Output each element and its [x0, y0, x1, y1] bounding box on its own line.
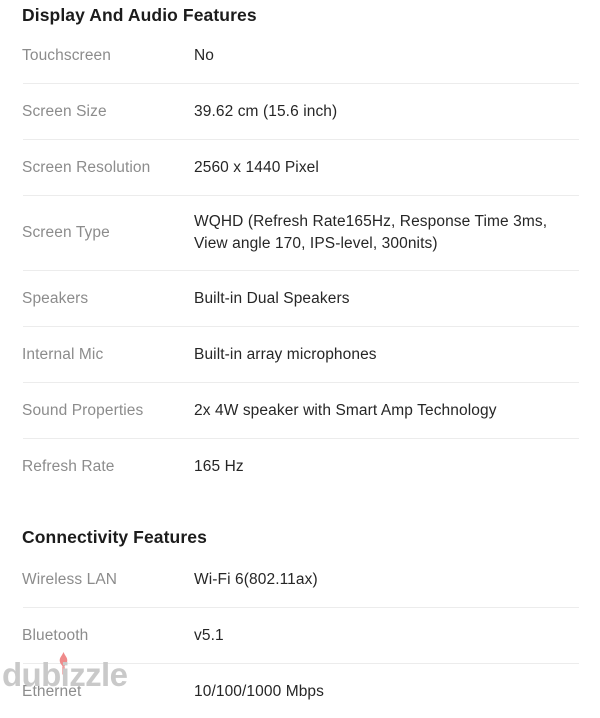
section-connectivity: Connectivity Features Wireless LAN Wi-Fi…: [0, 527, 600, 718]
table-row: Touchscreen No: [0, 29, 600, 82]
table-row: Sound Properties 2x 4W speaker with Smar…: [0, 384, 600, 437]
spec-label: Ethernet: [22, 682, 82, 700]
table-row: Refresh Rate 165 Hz: [0, 440, 600, 493]
spec-label: Bluetooth: [22, 626, 89, 644]
table-row: Screen Size 39.62 cm (15.6 inch): [0, 85, 600, 138]
spec-label: Touchscreen: [22, 46, 111, 64]
spec-table-connectivity: Wireless LAN Wi-Fi 6(802.11ax) Bluetooth…: [0, 553, 600, 718]
spec-table-display: Touchscreen No Screen Size 39.62 cm (15.…: [0, 29, 600, 493]
table-row: Bluetooth v5.1: [0, 609, 600, 662]
divider-line: [23, 382, 579, 383]
table-row: Screen Resolution 2560 x 1440 Pixel: [0, 141, 600, 194]
section-heading: Connectivity Features: [22, 527, 207, 547]
spec-label: Refresh Rate: [22, 457, 115, 475]
table-row: Internal Mic Built-in array microphones: [0, 328, 600, 381]
divider-line: [23, 438, 579, 439]
spec-label: Screen Resolution: [22, 158, 151, 176]
spec-value: v5.1: [194, 626, 224, 644]
divider-line: [23, 607, 579, 608]
spec-value: 2x 4W speaker with Smart Amp Technology: [194, 401, 497, 419]
spec-value: Wi-Fi 6(802.11ax): [194, 570, 318, 588]
spec-label: Speakers: [22, 289, 89, 307]
section-heading: Display And Audio Features: [22, 5, 257, 25]
divider-line: [23, 83, 579, 84]
spec-value: 2560 x 1440 Pixel: [194, 158, 319, 176]
table-row: Screen Type WQHD (Refresh Rate165Hz, Res…: [0, 197, 600, 269]
table-row: Wireless LAN Wi-Fi 6(802.11ax): [0, 553, 600, 606]
spec-value: No: [194, 46, 215, 64]
divider-line: [23, 663, 579, 664]
spec-value: 165 Hz: [194, 457, 244, 475]
divider-line: [23, 139, 579, 140]
spec-value: Built-in Dual Speakers: [194, 289, 350, 307]
divider-line: [23, 326, 579, 327]
spec-value: 10/100/1000 Mbps: [194, 682, 325, 700]
spec-value: Built-in array microphones: [194, 345, 377, 363]
table-row: Ethernet 10/100/1000 Mbps: [0, 665, 600, 718]
spec-sheet: Display And Audio Features Touchscreen N…: [0, 0, 600, 700]
divider-line: [23, 195, 579, 196]
table-row: Speakers Built-in Dual Speakers: [0, 272, 600, 325]
spec-label: Sound Properties: [22, 401, 144, 419]
divider-line: [23, 270, 579, 271]
spec-value: 39.62 cm (15.6 inch): [194, 102, 338, 120]
spec-value: WQHD (Refresh Rate165Hz, Response Time 3…: [194, 213, 548, 252]
spec-label: Wireless LAN: [22, 570, 118, 588]
spec-label: Screen Size: [22, 102, 107, 120]
section-display-and-audio: Display And Audio Features Touchscreen N…: [0, 0, 600, 493]
spec-label: Screen Type: [22, 224, 110, 241]
spec-label: Internal Mic: [22, 345, 104, 363]
